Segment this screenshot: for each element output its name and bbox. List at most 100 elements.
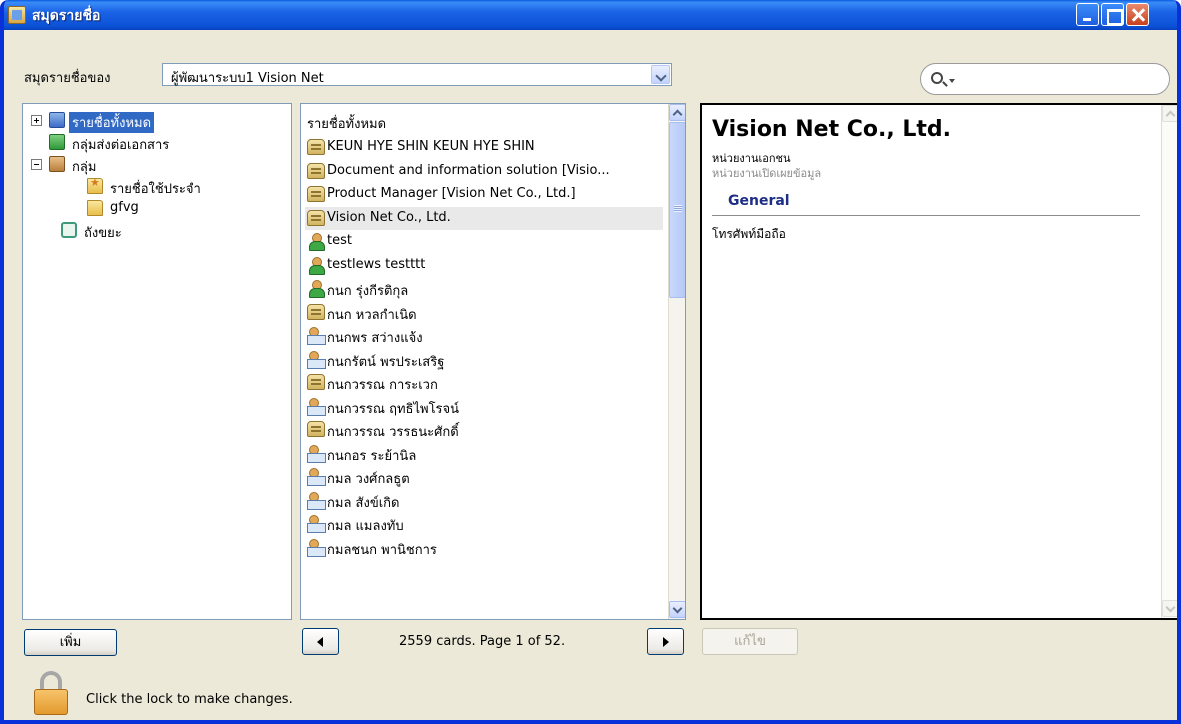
list-item-name: กนก หวลกำเนิด bbox=[327, 307, 417, 323]
scroll-up-icon[interactable] bbox=[669, 104, 685, 121]
lock-icon[interactable] bbox=[34, 671, 70, 715]
company-card-icon bbox=[307, 186, 325, 202]
list-item[interactable]: test bbox=[305, 230, 663, 253]
detail-scrollbar[interactable] bbox=[1161, 105, 1177, 618]
list-item-name: กนกรัตน์ พรประเสริฐ bbox=[327, 354, 445, 370]
list-item[interactable]: Product Manager [Vision Net Co., Ltd.] bbox=[305, 183, 663, 206]
list-item[interactable]: KEUN HYE SHIN KEUN HYE SHIN bbox=[305, 136, 663, 159]
tree-item-favorites[interactable]: รายชื่อใช้ประจำ bbox=[29, 176, 269, 197]
field-label-mobile: โทรศัพท์มือถือ bbox=[712, 227, 786, 241]
scroll-thumb[interactable] bbox=[669, 122, 685, 298]
list-item-name: กนก รุ่งกีรติกุล bbox=[327, 284, 409, 299]
list-item[interactable]: Vision Net Co., Ltd. bbox=[305, 206, 663, 230]
add-button[interactable]: เพิ่ม bbox=[24, 629, 117, 656]
list-item-name: กมล แมลงทับ bbox=[327, 519, 404, 534]
company-card-icon bbox=[307, 421, 325, 437]
list-item[interactable]: กมล แมลงทับ bbox=[305, 512, 663, 535]
section-heading-general: General bbox=[728, 193, 790, 209]
search-icon[interactable] bbox=[931, 72, 943, 84]
list-item[interactable]: กนกรัตน์ พรประเสริฐ bbox=[305, 348, 663, 371]
person-card-card-icon bbox=[307, 468, 326, 486]
forward-group-icon bbox=[49, 134, 65, 150]
list-item[interactable]: กนก รุ่งกีรติกุล bbox=[305, 277, 663, 300]
list-item-name: Product Manager [Vision Net Co., Ltd.] bbox=[327, 186, 576, 201]
list-item-name: กนกวรรณ ฤทธิไพโรจน์ bbox=[327, 401, 460, 417]
list-item-name: กมลชนก พานิชการ bbox=[327, 542, 437, 558]
scroll-down-icon[interactable] bbox=[669, 601, 685, 618]
tree-item-label: ถังขยะ bbox=[84, 226, 122, 241]
company-card-icon bbox=[307, 162, 325, 179]
tree-item-label: กลุ่ม bbox=[72, 160, 97, 175]
owner-label: สมุดรายชื่อของ bbox=[24, 71, 111, 86]
list-item-name: กมล วงศ์กลธูต bbox=[327, 472, 410, 487]
list-item[interactable]: กนก หวลกำเนิด bbox=[305, 301, 663, 324]
search-options-arrow-icon[interactable] bbox=[949, 79, 955, 83]
list-item-name: กนกพร สว่างแจ้ง bbox=[327, 331, 423, 346]
list-item[interactable]: testlews testttt bbox=[305, 254, 663, 277]
folder-icon bbox=[87, 200, 103, 216]
list-item[interactable]: กนกวรรณ การะเวก bbox=[305, 371, 663, 394]
person-card-card-icon bbox=[307, 444, 326, 463]
previous-page-button[interactable] bbox=[302, 628, 339, 655]
list-item[interactable]: กนกวรรณ วรรธนะศักดิ์ bbox=[305, 418, 663, 441]
person-card-card-icon bbox=[307, 491, 326, 510]
person-card-card-icon bbox=[307, 397, 326, 416]
chevron-down-icon[interactable] bbox=[651, 65, 670, 84]
list-header: รายชื่อทั้งหมด bbox=[307, 117, 387, 132]
person-card-card-icon bbox=[307, 538, 326, 557]
title-bar: สมุดรายชื่อ bbox=[4, 0, 1177, 30]
list-item[interactable]: กนกวรรณ ฤทธิไพโรจน์ bbox=[305, 395, 663, 418]
edit-button[interactable]: แก้ไข bbox=[702, 628, 798, 655]
close-button[interactable] bbox=[1126, 3, 1149, 26]
search-field[interactable] bbox=[920, 63, 1170, 95]
tree-item-all-contacts[interactable]: รายชื่อทั้งหมด bbox=[29, 110, 249, 133]
tree-item-trash[interactable]: ถังขยะ bbox=[29, 220, 269, 241]
list-scrollbar[interactable] bbox=[668, 104, 685, 619]
contact-visibility: หน่วยงานเปิดเผยข้อมูล bbox=[712, 167, 822, 180]
lock-body bbox=[34, 689, 68, 715]
list-item-name: กนกวรรณ การะเวก bbox=[327, 378, 438, 393]
company-card-icon bbox=[307, 209, 325, 226]
trash-icon bbox=[61, 222, 77, 238]
person-card-icon bbox=[307, 233, 325, 251]
list-item-name: กนกวรรณ วรรธนะศักดิ์ bbox=[327, 425, 459, 440]
lock-instructions: Click the lock to make changes. bbox=[86, 692, 293, 707]
list-item-name: กนกอร ระย้านิล bbox=[327, 448, 417, 464]
list-item[interactable]: กมล วงศ์กลธูต bbox=[305, 465, 663, 488]
address-book-icon bbox=[49, 112, 65, 128]
owner-dropdown[interactable]: ผู้พัฒนาระบบ1 Vision Net bbox=[162, 63, 672, 86]
address-book-window: สมุดรายชื่อ สมุดรายชื่อของ ผู้พัฒนาระบบ1… bbox=[0, 0, 1181, 724]
page-info: 2559 cards. Page 1 of 52. bbox=[399, 634, 566, 649]
person-card-icon bbox=[307, 280, 325, 298]
favorites-folder-icon bbox=[87, 176, 103, 194]
tree-item-gfvg[interactable]: gfvg bbox=[29, 198, 269, 218]
tree-item-groups[interactable]: กลุ่ม bbox=[29, 154, 269, 175]
tree-item-label: กลุ่มส่งต่อเอกสาร bbox=[72, 138, 170, 153]
person-card-card-icon bbox=[307, 327, 326, 345]
list-item[interactable]: กมล สังข์เกิด bbox=[305, 489, 663, 512]
person-card-icon bbox=[307, 256, 325, 275]
section-divider bbox=[712, 215, 1140, 216]
tree-item-label: รายชื่อทั้งหมด bbox=[69, 112, 155, 133]
list-item-name: Document and information solution [Visio… bbox=[327, 162, 610, 178]
list-item-name: test bbox=[327, 233, 352, 248]
next-page-button[interactable] bbox=[647, 628, 684, 655]
collapse-minus-icon[interactable] bbox=[31, 159, 42, 170]
tree-item-forward-group[interactable]: กลุ่มส่งต่อเอกสาร bbox=[29, 132, 269, 153]
scroll-up-icon[interactable] bbox=[1162, 105, 1177, 122]
minimize-button[interactable] bbox=[1076, 3, 1099, 26]
list-item[interactable]: กนกพร สว่างแจ้ง bbox=[305, 324, 663, 347]
groups-tree: รายชื่อทั้งหมด กลุ่มส่งต่อเอกสาร กลุ่ม ร… bbox=[22, 103, 292, 620]
contact-name: Vision Net Co., Ltd. bbox=[712, 117, 952, 142]
tree-item-label: รายชื่อใช้ประจำ bbox=[110, 182, 201, 197]
window-title: สมุดรายชื่อ bbox=[32, 8, 101, 24]
maximize-button[interactable] bbox=[1101, 3, 1124, 26]
contact-detail: Vision Net Co., Ltd. หน่วยงานเอกชน หน่วย… bbox=[700, 103, 1177, 620]
scroll-down-icon[interactable] bbox=[1162, 600, 1177, 617]
contacts-list: รายชื่อทั้งหมด KEUN HYE SHIN KEUN HYE SH… bbox=[300, 103, 686, 620]
expand-plus-icon[interactable] bbox=[31, 115, 42, 126]
list-item[interactable]: กมลชนก พานิชการ bbox=[305, 536, 663, 559]
owner-dropdown-value: ผู้พัฒนาระบบ1 Vision Net bbox=[171, 71, 324, 86]
list-item[interactable]: Document and information solution [Visio… bbox=[305, 160, 663, 183]
list-item[interactable]: กนกอร ระย้านิล bbox=[305, 442, 663, 465]
